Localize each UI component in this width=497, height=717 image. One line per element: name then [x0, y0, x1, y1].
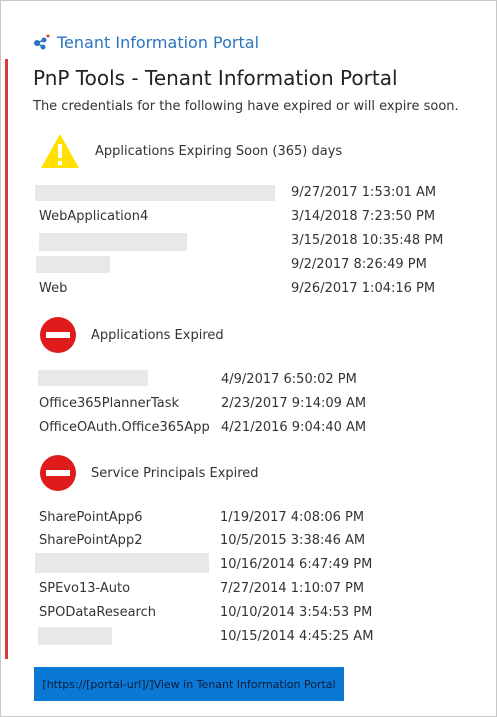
- portal-header: Tenant Information Portal: [31, 31, 259, 53]
- list-item: OfficeOAuth.Office365App 4/21/2016 9:04:…: [1, 418, 497, 438]
- list-item: WebApplication4 3/14/2018 7:23:50 PM: [1, 207, 497, 227]
- email-card: Tenant Information Portal PnP Tools - Te…: [0, 0, 497, 717]
- expiry-date: 2/23/2017 9:14:09 AM: [221, 396, 367, 411]
- expiry-date: 9/26/2017 1:04:16 PM: [291, 281, 436, 296]
- list-item: 9/27/2017 1:53:01 AM: [1, 183, 497, 203]
- expiry-date: 4/21/2016 9:04:40 AM: [221, 420, 367, 435]
- redacted-name: [36, 256, 110, 273]
- page-subtitle: The credentials for the following have e…: [33, 99, 459, 114]
- redacted-name: [38, 627, 112, 645]
- portal-name: Tenant Information Portal: [57, 32, 260, 52]
- expiry-date: 4/9/2017 6:50:02 PM: [221, 372, 357, 387]
- stop-icon: [40, 455, 76, 491]
- app-name: Office365PlannerTask: [39, 396, 180, 411]
- section-label: Service Principals Expired: [91, 465, 259, 481]
- section-service-principals-expired-header: Service Principals Expired: [39, 453, 259, 493]
- stop-icon: [40, 317, 76, 353]
- expiry-date: 9/27/2017 1:53:01 AM: [291, 185, 437, 200]
- expiry-date: 10/16/2014 6:47:49 PM: [220, 557, 373, 572]
- redacted-name: [35, 553, 209, 573]
- expiry-date: 10/15/2014 4:45:25 AM: [220, 629, 374, 644]
- view-in-portal-button[interactable]: [https://[portal-url]/]View in Tenant In…: [34, 667, 344, 701]
- list-item: SPODataResearch 10/10/2014 3:54:53 PM: [1, 603, 497, 623]
- app-name: SharePointApp6: [39, 510, 143, 525]
- app-name: Web: [39, 281, 68, 296]
- app-name: SPODataResearch: [39, 605, 156, 620]
- list-item: 10/16/2014 6:47:49 PM: [1, 553, 497, 575]
- expiry-date: 10/10/2014 3:54:53 PM: [220, 605, 373, 620]
- list-item: 4/9/2017 6:50:02 PM: [1, 370, 497, 390]
- list-item: Office365PlannerTask 2/23/2017 9:14:09 A…: [1, 394, 497, 414]
- list-item: SPEvo13-Auto 7/27/2014 1:10:07 PM: [1, 579, 497, 599]
- list-item: Web 9/26/2017 1:04:16 PM: [1, 279, 497, 299]
- expiry-date: 7/27/2014 1:10:07 PM: [220, 581, 365, 596]
- expiry-date: 3/14/2018 7:23:50 PM: [291, 209, 436, 224]
- section-label: Applications Expired: [91, 327, 224, 343]
- list-item: 9/2/2017 8:26:49 PM: [1, 255, 497, 275]
- portal-logo-icon: [34, 34, 50, 50]
- section-expiring-soon-header: Applications Expiring Soon (365) days: [39, 131, 342, 171]
- app-name: OfficeOAuth.Office365App: [39, 420, 210, 435]
- redacted-name: [39, 233, 187, 251]
- list-item: 3/15/2018 10:35:48 PM: [1, 231, 497, 251]
- page-title: PnP Tools - Tenant Information Portal: [33, 66, 398, 90]
- expiry-date: 3/15/2018 10:35:48 PM: [291, 233, 444, 248]
- list-item: SharePointApp6 1/19/2017 4:08:06 PM: [1, 508, 497, 528]
- expiry-date: 1/19/2017 4:08:06 PM: [220, 510, 365, 525]
- app-name: SharePointApp2: [39, 533, 143, 548]
- warning-triangle-icon: [41, 134, 79, 168]
- expiry-date: 9/2/2017 8:26:49 PM: [291, 257, 427, 272]
- section-applications-expired-header: Applications Expired: [39, 315, 224, 355]
- app-name: SPEvo13-Auto: [39, 581, 131, 596]
- redacted-name: [38, 370, 148, 386]
- app-name: WebApplication4: [39, 209, 149, 224]
- section-label: Applications Expiring Soon (365) days: [95, 143, 343, 159]
- list-item: 10/15/2014 4:45:25 AM: [1, 627, 497, 647]
- expiry-date: 10/5/2015 3:38:46 AM: [220, 533, 366, 548]
- redacted-name: [35, 185, 275, 201]
- list-item: SharePointApp2 10/5/2015 3:38:46 AM: [1, 531, 497, 551]
